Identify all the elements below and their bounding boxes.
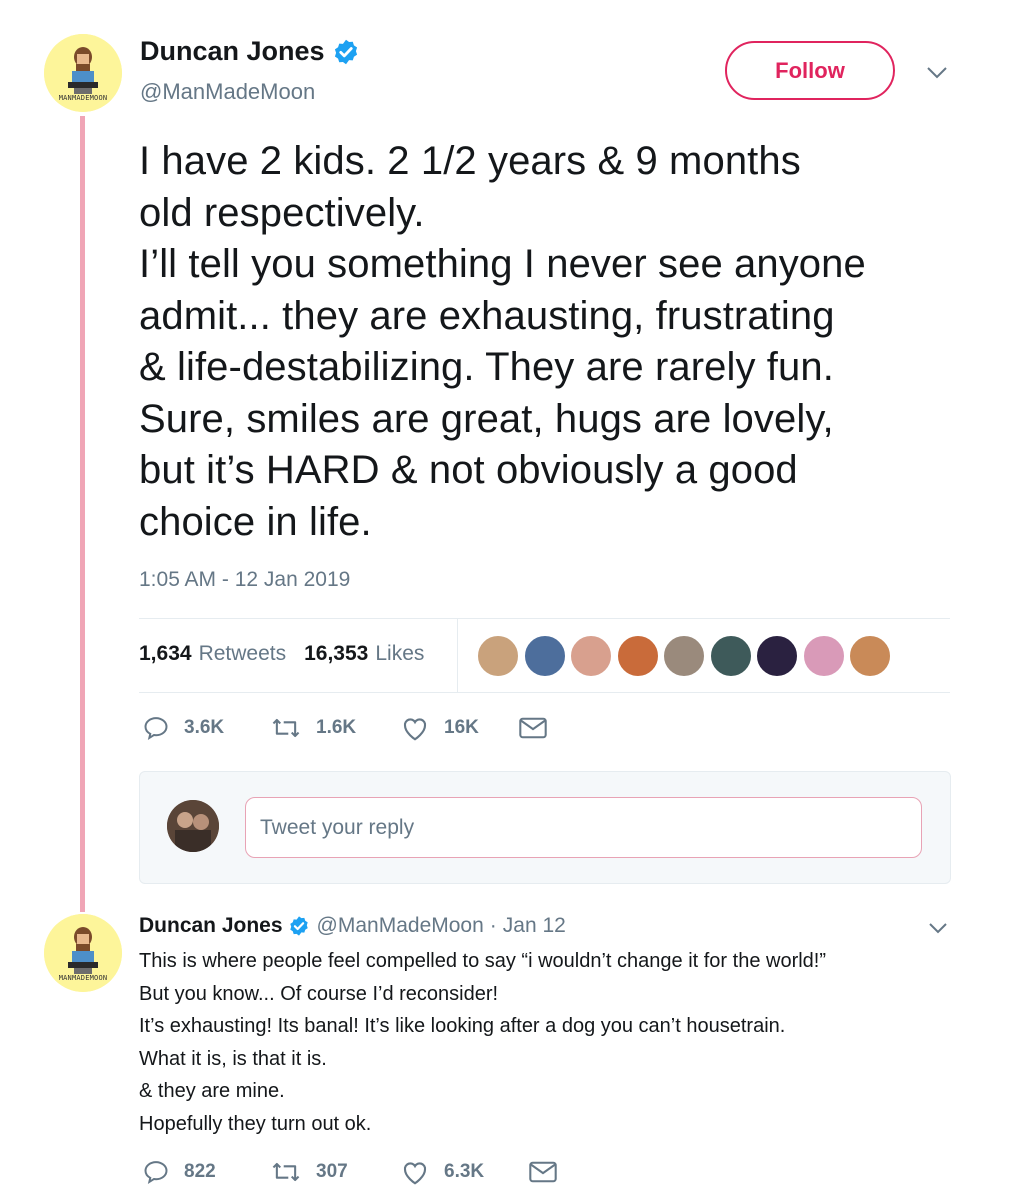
liker-avatar[interactable] — [476, 634, 520, 678]
envelope-icon — [519, 717, 547, 739]
retweet-action[interactable]: 1.6K — [270, 714, 400, 742]
retweets-label[interactable]: Retweets — [199, 642, 287, 666]
divider-top — [139, 618, 950, 619]
liker-avatar[interactable] — [708, 634, 753, 678]
reply-input[interactable]: Tweet your reply — [245, 797, 922, 858]
avatar-caption: MANMADEMOON — [58, 94, 108, 102]
tweet-timestamp[interactable]: 1:05 AM - 12 Jan 2019 — [139, 568, 350, 592]
liker-avatar[interactable] — [755, 634, 799, 678]
retweet-count: 307 — [316, 1161, 348, 1182]
chevron-down-icon[interactable] — [928, 922, 948, 934]
retweet-icon — [272, 718, 300, 738]
liker-avatar[interactable] — [848, 634, 892, 678]
reply-count: 822 — [184, 1161, 216, 1182]
reply-action[interactable]: 822 — [142, 1158, 270, 1186]
reply-icon — [144, 717, 168, 741]
reply-action[interactable]: 3.6K — [142, 714, 270, 742]
reply-count: 3.6K — [184, 717, 225, 738]
author-name-row: Duncan Jones — [140, 36, 360, 67]
retweet-icon — [272, 1162, 300, 1182]
liker-avatar[interactable] — [615, 634, 660, 678]
avatar-caption: MANMADEMOON — [58, 974, 108, 982]
reply-composer: Tweet your reply — [139, 771, 951, 884]
tweet-actions: 3.6K 1.6K 16K — [142, 714, 562, 742]
reply-header: Duncan Jones @ManMadeMoon · Jan 12 — [139, 914, 566, 938]
reply-author-name[interactable]: Duncan Jones — [139, 914, 283, 938]
like-action[interactable]: 16K — [400, 714, 518, 742]
likes-count[interactable]: 16,353 — [304, 642, 368, 666]
reply-author-avatar[interactable]: MANMADEMOON — [44, 914, 122, 992]
divider-bottom — [139, 692, 950, 693]
liker-avatar[interactable] — [801, 634, 846, 678]
liker-avatar[interactable] — [522, 634, 567, 678]
like-action[interactable]: 6.3K — [400, 1158, 528, 1186]
thread-connector-line — [80, 116, 85, 912]
likes-label[interactable]: Likes — [375, 642, 424, 666]
photo-avatar-icon — [167, 800, 219, 852]
retweets-count[interactable]: 1,634 — [139, 642, 192, 666]
direct-message-action[interactable] — [518, 715, 562, 741]
reply-actions: 822 307 6.3K — [142, 1158, 572, 1186]
reply-icon — [144, 1161, 168, 1185]
liker-avatar[interactable] — [569, 634, 613, 678]
retweet-action[interactable]: 307 — [270, 1158, 400, 1186]
divider-vertical — [457, 618, 458, 692]
likers-avatar-list — [476, 634, 896, 678]
author-avatar[interactable]: MANMADEMOON — [44, 34, 122, 112]
follow-button[interactable]: Follow — [725, 41, 895, 100]
verified-badge-icon — [334, 39, 357, 64]
like-count: 6.3K — [444, 1161, 485, 1182]
verified-badge-icon — [289, 916, 308, 936]
author-name[interactable]: Duncan Jones — [140, 36, 325, 67]
liker-avatar[interactable] — [662, 634, 706, 678]
reply-date[interactable]: Jan 12 — [503, 914, 566, 938]
reply-author-handle[interactable]: @ManMadeMoon — [317, 914, 484, 938]
tweet-stats: 1,634 Retweets 16,353 Likes — [139, 642, 442, 666]
reply-separator: · — [489, 914, 497, 937]
like-count: 16K — [444, 717, 479, 738]
current-user-avatar[interactable] — [167, 800, 219, 852]
envelope-icon — [529, 1161, 557, 1183]
heart-icon — [403, 718, 427, 741]
author-handle[interactable]: @ManMadeMoon — [140, 79, 315, 105]
chevron-down-icon[interactable] — [926, 66, 948, 80]
direct-message-action[interactable] — [528, 1159, 572, 1185]
reply-text: This is where people feel compelled to s… — [139, 950, 827, 1135]
tweet-text: I have 2 kids. 2 1/2 years & 9 months ol… — [139, 139, 866, 544]
heart-icon — [403, 1162, 427, 1185]
retweet-count: 1.6K — [316, 717, 357, 738]
